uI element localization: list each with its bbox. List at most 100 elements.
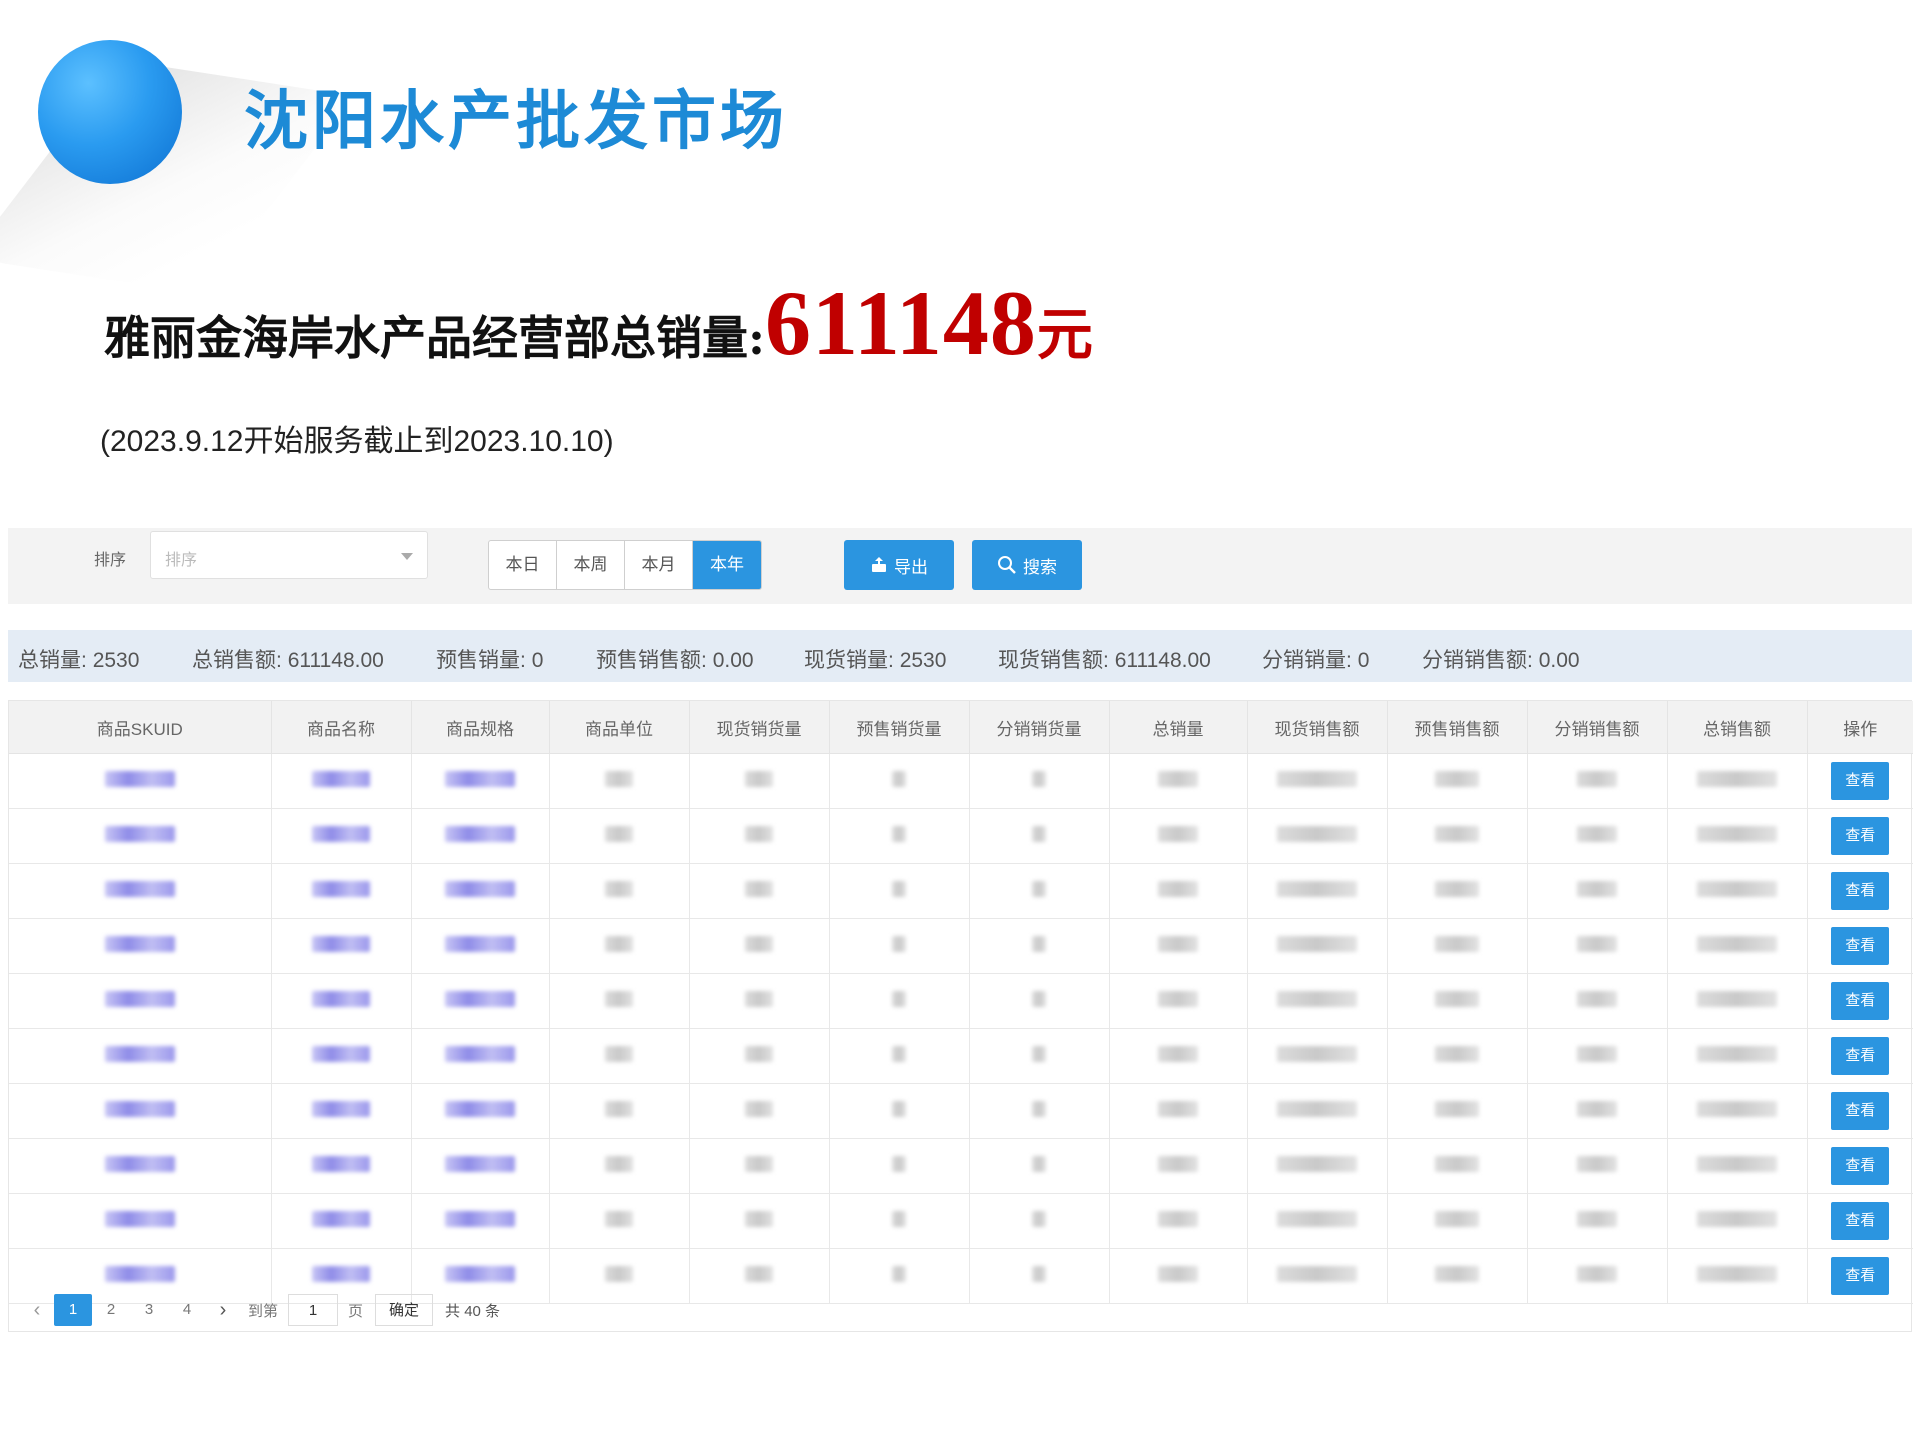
obscured-value bbox=[1032, 825, 1046, 842]
obscured-value bbox=[445, 1100, 515, 1117]
page-button[interactable]: 3 bbox=[130, 1294, 168, 1326]
obscured-value bbox=[1158, 1045, 1198, 1062]
obscured-value bbox=[745, 825, 773, 842]
range-year-button[interactable]: 本年 bbox=[693, 541, 761, 589]
summary-spot-qty: 现货销量: 2530 bbox=[804, 649, 947, 672]
table-cell-action: 查看 bbox=[1807, 863, 1913, 919]
obscured-value bbox=[892, 935, 906, 952]
table-row: 查看 bbox=[9, 1083, 1913, 1139]
table-cell-action: 查看 bbox=[1807, 1138, 1913, 1194]
view-button[interactable]: 查看 bbox=[1831, 1147, 1890, 1185]
table-cell bbox=[271, 973, 412, 1029]
column-header: 商品单位 bbox=[549, 701, 690, 754]
caret-down-icon bbox=[401, 553, 413, 560]
table-row: 查看 bbox=[9, 1138, 1913, 1194]
logo-circle-icon bbox=[38, 40, 182, 184]
table-cell bbox=[411, 1028, 550, 1084]
table-cell-action: 查看 bbox=[1807, 973, 1913, 1029]
table-cell bbox=[271, 753, 412, 809]
table-cell bbox=[829, 1248, 970, 1304]
view-button[interactable]: 查看 bbox=[1831, 1037, 1890, 1075]
table-cell bbox=[1667, 973, 1808, 1029]
obscured-value bbox=[892, 1045, 906, 1062]
view-button[interactable]: 查看 bbox=[1831, 872, 1890, 910]
table-cell bbox=[271, 1083, 412, 1139]
obscured-value bbox=[1697, 1210, 1777, 1227]
table-cell bbox=[969, 1028, 1110, 1084]
obscured-value bbox=[605, 935, 633, 952]
table-cell bbox=[689, 973, 830, 1029]
obscured-value bbox=[892, 1155, 906, 1172]
table-cell bbox=[1387, 1248, 1528, 1304]
range-today-button[interactable]: 本日 bbox=[489, 541, 557, 589]
obscured-value bbox=[745, 1100, 773, 1117]
column-header: 预售销货量 bbox=[829, 701, 970, 754]
table-cell bbox=[1247, 808, 1388, 864]
table-cell bbox=[1527, 753, 1668, 809]
obscured-value bbox=[445, 1045, 515, 1062]
obscured-value bbox=[605, 770, 633, 787]
goto-confirm-button[interactable]: 确定 bbox=[375, 1294, 434, 1326]
table-cell bbox=[1667, 808, 1808, 864]
obscured-value bbox=[1277, 1045, 1357, 1062]
table-cell bbox=[689, 753, 830, 809]
obscured-value bbox=[1435, 1210, 1479, 1227]
table-cell bbox=[549, 1083, 690, 1139]
view-button[interactable]: 查看 bbox=[1831, 1202, 1890, 1240]
table-cell bbox=[689, 1248, 830, 1304]
sort-label: 排序 bbox=[94, 552, 127, 569]
table-cell bbox=[1109, 753, 1248, 809]
obscured-value bbox=[104, 1265, 175, 1282]
range-month-button[interactable]: 本月 bbox=[625, 541, 693, 589]
table-cell-action: 查看 bbox=[1807, 918, 1913, 974]
view-button[interactable]: 查看 bbox=[1831, 1257, 1890, 1295]
view-button[interactable]: 查看 bbox=[1831, 817, 1890, 855]
page-button[interactable]: 2 bbox=[92, 1294, 130, 1326]
view-button[interactable]: 查看 bbox=[1831, 1092, 1890, 1130]
obscured-value bbox=[312, 770, 370, 787]
table-cell bbox=[1247, 1138, 1388, 1194]
summary-spot-amount: 现货销售额: 611148.00 bbox=[998, 649, 1211, 672]
sort-select[interactable]: 排序 bbox=[150, 531, 428, 579]
page-button[interactable]: 1 bbox=[54, 1294, 92, 1326]
table-cell bbox=[1667, 863, 1808, 919]
table-cell bbox=[1667, 1028, 1808, 1084]
page-suffix: 页 bbox=[348, 1302, 364, 1320]
view-button[interactable]: 查看 bbox=[1831, 982, 1890, 1020]
table-cell bbox=[689, 1138, 830, 1194]
obscured-value bbox=[104, 990, 175, 1007]
table-cell bbox=[969, 1193, 1110, 1249]
range-week-button[interactable]: 本周 bbox=[557, 541, 625, 589]
table-cell bbox=[271, 918, 412, 974]
export-button[interactable]: 导出 bbox=[844, 540, 954, 590]
view-button[interactable]: 查看 bbox=[1831, 927, 1890, 965]
column-header: 操作 bbox=[1807, 701, 1913, 754]
chevron-right-icon[interactable]: › bbox=[206, 1299, 240, 1322]
obscured-value bbox=[445, 990, 515, 1007]
table-cell bbox=[969, 1248, 1110, 1304]
obscured-value bbox=[745, 1265, 773, 1282]
table-cell bbox=[9, 753, 272, 809]
table-cell bbox=[549, 1193, 690, 1249]
obscured-value bbox=[605, 1100, 633, 1117]
obscured-value bbox=[104, 825, 175, 842]
obscured-value bbox=[1435, 1045, 1479, 1062]
chevron-left-icon[interactable]: ‹ bbox=[20, 1299, 54, 1322]
obscured-value bbox=[1032, 1265, 1046, 1282]
table-cell bbox=[1109, 1083, 1248, 1139]
search-button[interactable]: 搜索 bbox=[972, 540, 1082, 590]
obscured-value bbox=[1577, 935, 1617, 952]
view-button[interactable]: 查看 bbox=[1831, 762, 1890, 800]
obscured-value bbox=[892, 1210, 906, 1227]
table-cell bbox=[1387, 918, 1528, 974]
page-button[interactable]: 4 bbox=[168, 1294, 206, 1326]
table-cell bbox=[549, 808, 690, 864]
table-cell bbox=[829, 863, 970, 919]
goto-page-input[interactable]: 1 bbox=[288, 1294, 339, 1326]
table-cell bbox=[1109, 1193, 1248, 1249]
table-cell bbox=[549, 973, 690, 1029]
table-cell bbox=[689, 918, 830, 974]
obscured-value bbox=[312, 1265, 370, 1282]
table-cell bbox=[1247, 1083, 1388, 1139]
table-cell bbox=[1667, 753, 1808, 809]
